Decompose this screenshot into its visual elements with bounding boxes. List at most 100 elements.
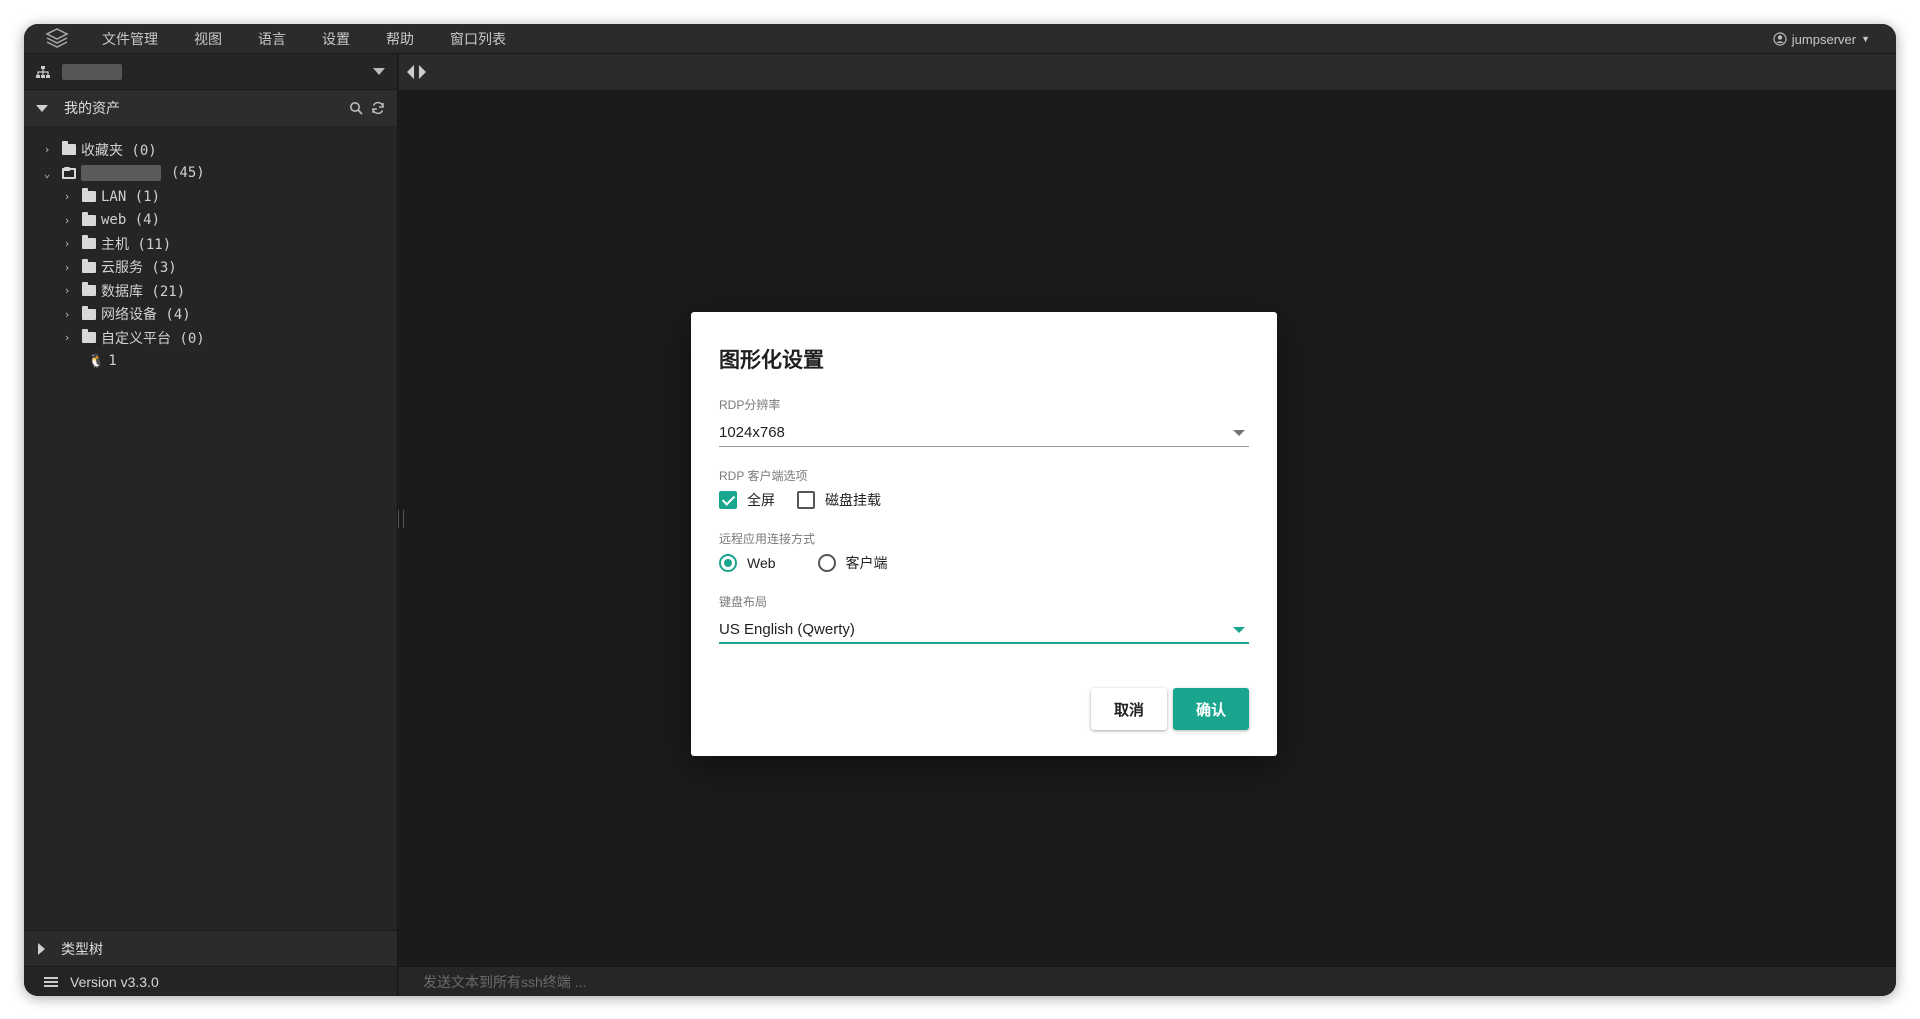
chevron-down-icon[interactable]: ⌄ — [40, 167, 54, 180]
client-label: 客户端 — [845, 555, 888, 571]
tree-node-network[interactable]: › 网络设备 (4) — [24, 303, 397, 327]
client-option[interactable]: 客户端 — [817, 553, 888, 573]
keyboard-layout-select[interactable]: US English (Qwerty) — [719, 616, 1249, 644]
chevron-right-icon[interactable]: › — [60, 261, 74, 274]
org-selector[interactable] — [24, 54, 397, 90]
chevron-right-icon[interactable]: › — [60, 190, 74, 203]
menu-language[interactable]: 语言 — [258, 29, 286, 49]
dropdown-arrow-icon[interactable] — [373, 68, 385, 75]
fullscreen-label: 全屏 — [747, 492, 775, 508]
user-name: jumpserver — [1791, 31, 1857, 47]
dropdown-arrow-icon — [1233, 627, 1245, 633]
asset-tree: › 收藏夹 (0) ⌄ (45) › LAN (1) › web (4) › 主… — [24, 126, 397, 373]
folder-icon — [82, 282, 96, 297]
remote-app-label: 远程应用连接方式 — [719, 532, 816, 546]
confirm-button[interactable]: 确认 — [1173, 688, 1249, 730]
arrow-right-icon[interactable] — [419, 65, 426, 79]
sitemap-icon — [36, 65, 50, 78]
linux-icon: 🐧 — [88, 353, 105, 369]
folder-icon — [62, 141, 76, 156]
search-icon[interactable] — [349, 101, 363, 115]
folder-open-icon — [62, 166, 76, 179]
arrow-left-icon[interactable] — [407, 65, 414, 79]
menu-bar: 文件管理 视图 语言 设置 帮助 窗口列表 jumpserver ▼ — [24, 24, 1896, 54]
menu-file[interactable]: 文件管理 — [102, 29, 158, 49]
disk-mount-option[interactable]: 磁盘挂载 — [797, 490, 881, 510]
tree-node-label: 数据库 (21) — [101, 283, 186, 300]
fullscreen-checkbox[interactable] — [719, 491, 737, 509]
chevron-right-icon[interactable]: › — [60, 214, 74, 227]
tree-node-custom[interactable]: › 自定义平台 (0) — [24, 326, 397, 350]
resolution-select[interactable]: 1024x768 — [719, 419, 1249, 447]
my-assets-title: 我的资产 — [64, 100, 120, 116]
web-radio[interactable] — [719, 554, 737, 572]
folder-icon — [82, 211, 96, 226]
disk-mount-checkbox[interactable] — [797, 491, 815, 509]
folder-icon — [82, 305, 96, 320]
dialog-title: 图形化设置 — [719, 349, 824, 372]
send-bar — [399, 966, 1896, 996]
tree-node-database[interactable]: › 数据库 (21) — [24, 279, 397, 303]
client-options-label: RDP 客户端选项 — [719, 469, 808, 483]
chevron-right-icon[interactable]: › — [60, 284, 74, 297]
tree-node-label: 1 — [108, 353, 117, 370]
tree-node-root[interactable]: ⌄ (45) — [24, 162, 397, 186]
folder-icon — [82, 235, 96, 250]
user-menu[interactable]: jumpserver ▼ — [1773, 24, 1870, 54]
root-name-redacted — [81, 165, 161, 182]
tree-node-favorites[interactable]: › 收藏夹 (0) — [24, 138, 397, 162]
tree-node-cloud[interactable]: › 云服务 (3) — [24, 256, 397, 280]
version-text: Version v3.3.0 — [70, 973, 159, 990]
tree-node-lan[interactable]: › LAN (1) — [24, 185, 397, 209]
app-window: 文件管理 视图 语言 设置 帮助 窗口列表 jumpserver ▼ 我的资产 — [24, 24, 1896, 996]
folder-icon — [82, 329, 96, 344]
tree-node-label: 云服务 (3) — [101, 260, 177, 277]
version-bar: Version v3.3.0 — [24, 966, 397, 996]
fullscreen-option[interactable]: 全屏 — [719, 490, 775, 510]
client-radio[interactable] — [817, 554, 836, 572]
menu-window-list[interactable]: 窗口列表 — [450, 29, 506, 49]
org-name-redacted — [62, 63, 122, 80]
menu-view[interactable]: 视图 — [194, 29, 222, 49]
refresh-icon[interactable] — [371, 101, 385, 115]
tree-node-hosts[interactable]: › 主机 (11) — [24, 232, 397, 256]
cancel-button[interactable]: 取消 — [1091, 688, 1167, 730]
resize-handle[interactable] — [398, 510, 404, 528]
tree-node-web[interactable]: › web (4) — [24, 209, 397, 233]
tree-node-label: web (4) — [101, 212, 161, 229]
collapse-triangle-icon — [36, 104, 48, 112]
chevron-right-icon[interactable]: › — [40, 143, 54, 156]
tree-node-label: (45) — [171, 165, 205, 182]
tabs-bar — [399, 54, 1896, 90]
jumpserver-logo-icon — [42, 24, 72, 54]
chevron-right-icon[interactable]: › — [60, 237, 74, 250]
menu-settings[interactable]: 设置 — [322, 29, 350, 49]
resolution-label: RDP分辨率 — [719, 398, 781, 412]
keyboard-value: US English (Qwerty) — [719, 620, 855, 638]
chevron-right-icon[interactable]: › — [60, 331, 74, 344]
expand-triangle-icon — [38, 942, 45, 955]
menu-lines-icon[interactable] — [44, 976, 58, 987]
tree-node-label: 收藏夹 (0) — [81, 142, 157, 159]
tree-node-asset[interactable]: 🐧 1 — [24, 350, 397, 374]
tree-node-label: 自定义平台 (0) — [101, 330, 205, 347]
graphics-settings-dialog: 图形化设置 RDP分辨率 1024x768 RDP 客户端选项 全屏 磁盘挂载 — [691, 312, 1277, 756]
tree-node-label: LAN (1) — [101, 188, 161, 205]
web-label: Web — [747, 555, 776, 571]
send-text-input[interactable] — [423, 973, 1023, 990]
menu-help[interactable]: 帮助 — [386, 29, 414, 49]
chevron-right-icon[interactable]: › — [60, 308, 74, 321]
sidebar: 我的资产 › 收藏夹 (0) ⌄ (45) › LAN (1) › web (4… — [24, 54, 398, 996]
type-tree-title: 类型树 — [61, 940, 103, 957]
disk-mount-label: 磁盘挂载 — [825, 492, 881, 508]
keyboard-label: 键盘布局 — [719, 595, 768, 609]
my-assets-header[interactable]: 我的资产 — [24, 90, 397, 126]
tree-node-label: 主机 (11) — [101, 236, 172, 253]
user-icon — [1773, 32, 1787, 46]
dropdown-arrow-icon — [1233, 430, 1245, 436]
type-tree-header[interactable]: 类型树 — [24, 930, 397, 966]
tree-node-label: 网络设备 (4) — [101, 307, 191, 324]
folder-icon — [82, 188, 96, 203]
caret-down-icon: ▼ — [1861, 34, 1870, 44]
web-option[interactable]: Web — [719, 554, 776, 572]
